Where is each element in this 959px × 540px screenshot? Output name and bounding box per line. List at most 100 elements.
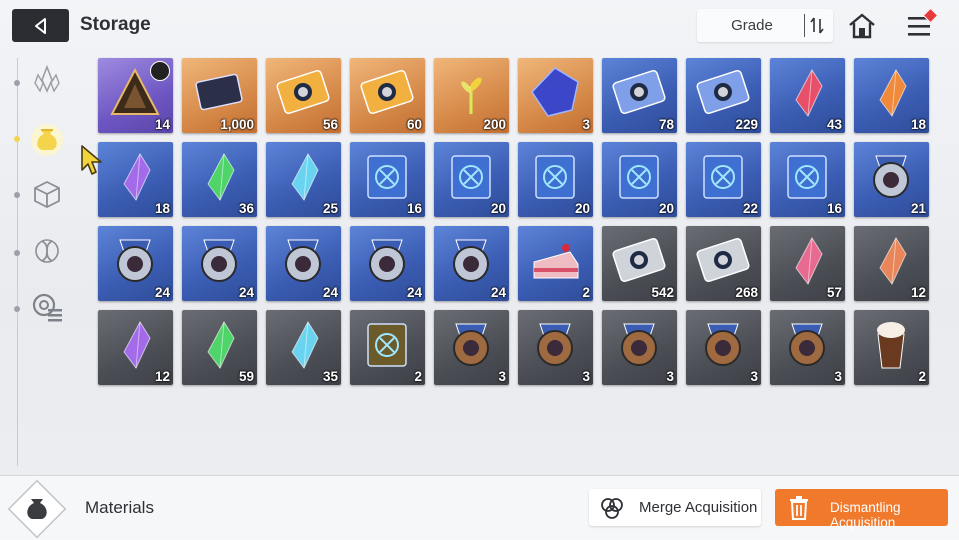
inventory-item[interactable]: 35 xyxy=(266,310,341,385)
inventory-item[interactable]: 59 xyxy=(182,310,257,385)
pouch-icon xyxy=(7,479,67,539)
item-quantity: 24 xyxy=(490,285,506,300)
item-quantity: 20 xyxy=(574,201,590,216)
item-quantity: 78 xyxy=(658,117,674,132)
inventory-item[interactable]: 542 xyxy=(602,226,677,301)
item-quantity: 22 xyxy=(742,201,758,216)
crystal-green-icon xyxy=(207,321,235,369)
inventory-item[interactable]: 20 xyxy=(434,142,509,217)
inventory-item[interactable]: 78 xyxy=(602,58,677,133)
inventory-item[interactable]: 36 xyxy=(182,142,257,217)
inventory-item[interactable]: 268 xyxy=(686,226,761,301)
dna-icon xyxy=(35,239,59,263)
book-icon xyxy=(787,155,827,199)
crystal-peach-icon xyxy=(879,237,907,285)
sidebar-item-genes[interactable] xyxy=(22,229,72,273)
inventory-item[interactable]: 43 xyxy=(770,58,845,133)
crystal-green-icon xyxy=(207,153,235,201)
item-quantity: 24 xyxy=(406,285,422,300)
medal-bronze-icon xyxy=(537,323,573,366)
crystal-purple-icon xyxy=(123,321,151,369)
inventory-item[interactable]: 3 xyxy=(518,310,593,385)
home-button[interactable] xyxy=(846,10,878,42)
inventory-item[interactable]: 2 xyxy=(854,310,929,385)
bottom-bar: Materials Merge Acquisition Dismantling … xyxy=(0,475,959,540)
inventory-item[interactable]: 229 xyxy=(686,58,761,133)
medal-bronze-icon xyxy=(705,323,741,366)
ticket-compass-blue-icon xyxy=(696,69,750,115)
book-icon xyxy=(451,155,491,199)
item-quantity: 2 xyxy=(582,285,590,300)
merge-acquisition-label: Merge Acquisition xyxy=(639,499,758,516)
merge-icon xyxy=(601,498,623,519)
item-quantity: 36 xyxy=(238,201,254,216)
inventory-item[interactable]: 24 xyxy=(434,226,509,301)
menu-button[interactable] xyxy=(904,7,939,42)
book-icon xyxy=(703,155,743,199)
sidebar-item-modules[interactable] xyxy=(22,285,72,329)
inventory-item[interactable]: 60 xyxy=(350,58,425,133)
inventory-item[interactable]: 22 xyxy=(686,142,761,217)
inventory-item[interactable]: 24 xyxy=(98,226,173,301)
sidebar-item-cubes[interactable] xyxy=(22,172,72,216)
cake-icon xyxy=(533,244,579,279)
item-quantity: 35 xyxy=(322,369,338,384)
merge-acquisition-button[interactable]: Merge Acquisition xyxy=(589,489,761,526)
sidebar-dot xyxy=(14,80,20,86)
ticket-compass-icon xyxy=(360,69,414,115)
inventory-item[interactable]: 3 xyxy=(770,310,845,385)
inventory-item[interactable]: 24 xyxy=(266,226,341,301)
ticket-icon xyxy=(276,69,330,115)
inventory-item[interactable]: 18 xyxy=(854,58,929,133)
inventory-item[interactable]: 20 xyxy=(602,142,677,217)
inventory-item[interactable]: 25 xyxy=(266,142,341,217)
sidebar-item-crystals[interactable] xyxy=(22,58,72,102)
item-quantity: 229 xyxy=(735,117,758,132)
inventory-item[interactable]: 24 xyxy=(182,226,257,301)
timer-icon xyxy=(150,61,170,81)
inventory-item[interactable]: 3 xyxy=(434,310,509,385)
inventory-item[interactable]: 20 xyxy=(518,142,593,217)
item-quantity: 57 xyxy=(826,285,842,300)
inventory-item[interactable]: 14 xyxy=(98,58,173,133)
back-button[interactable] xyxy=(12,9,69,42)
inventory-item[interactable]: 3 xyxy=(602,310,677,385)
crystal-icon xyxy=(34,64,60,93)
item-quantity: 3 xyxy=(582,117,590,132)
sidebar-dot xyxy=(14,192,20,198)
item-quantity: 12 xyxy=(154,369,170,384)
inventory-item[interactable]: 24 xyxy=(350,226,425,301)
grade-label: Grade xyxy=(731,17,773,34)
inventory-item[interactable]: 2 xyxy=(350,310,425,385)
medal-icon xyxy=(369,239,405,282)
inventory-item[interactable]: 200 xyxy=(434,58,509,133)
inventory-item[interactable]: 12 xyxy=(98,310,173,385)
item-grid: 14 1,000 56 60 200 3 78 229 43 18 18 36 … xyxy=(98,58,938,388)
medal-bronze-icon xyxy=(453,323,489,366)
sort-order-icon[interactable] xyxy=(804,14,829,37)
item-quantity: 1,000 xyxy=(220,117,254,132)
inventory-item[interactable]: 16 xyxy=(350,142,425,217)
item-quantity: 12 xyxy=(910,285,926,300)
sidebar-item-materials[interactable] xyxy=(22,116,72,160)
item-quantity: 24 xyxy=(154,285,170,300)
inventory-item[interactable]: 18 xyxy=(98,142,173,217)
inventory-item[interactable]: 1,000 xyxy=(182,58,257,133)
inventory-item[interactable]: 12 xyxy=(854,226,929,301)
inventory-item[interactable]: 56 xyxy=(266,58,341,133)
inventory-item[interactable]: 21 xyxy=(854,142,929,217)
item-quantity: 60 xyxy=(406,117,422,132)
inventory-item[interactable]: 3 xyxy=(518,58,593,133)
item-quantity: 24 xyxy=(322,285,338,300)
item-quantity: 542 xyxy=(651,285,674,300)
inventory-item[interactable]: 2 xyxy=(518,226,593,301)
item-quantity: 18 xyxy=(910,117,926,132)
dismantling-acquisition-button[interactable]: Dismantling Acquisition xyxy=(775,489,948,530)
item-quantity: 2 xyxy=(414,369,422,384)
item-quantity: 16 xyxy=(406,201,422,216)
inventory-item[interactable]: 57 xyxy=(770,226,845,301)
grade-sort-dropdown[interactable]: Grade xyxy=(697,9,833,42)
inventory-item[interactable]: 16 xyxy=(770,142,845,217)
inventory-item[interactable]: 3 xyxy=(686,310,761,385)
item-quantity: 3 xyxy=(666,369,674,384)
